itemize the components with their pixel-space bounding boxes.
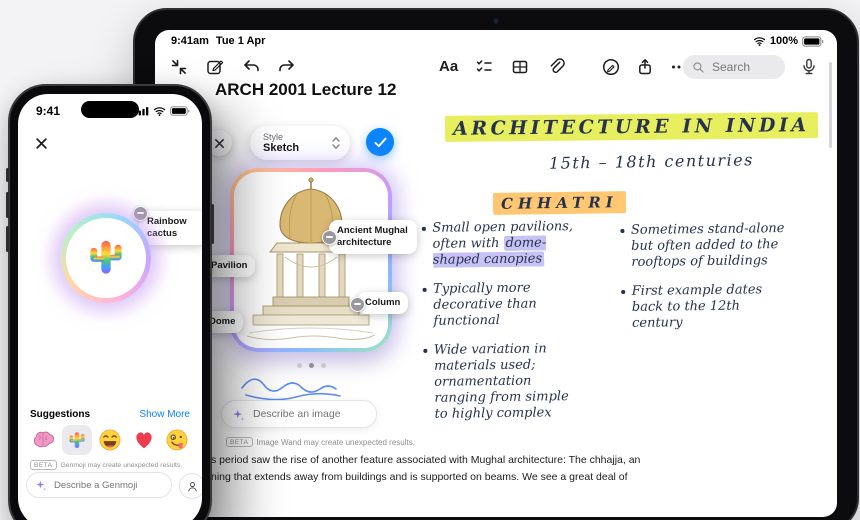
scrollbar[interactable]	[829, 62, 832, 148]
compose-icon[interactable]	[205, 57, 225, 77]
ipad-date: Tue 1 Apr	[215, 35, 266, 47]
note-body-text: s period saw the rise of another feature…	[211, 454, 641, 483]
describe-genmoji-input[interactable]	[52, 478, 156, 492]
attachment-icon[interactable]	[546, 57, 566, 77]
wifi-icon	[753, 37, 765, 46]
close-icon	[35, 137, 47, 149]
chevron-up-down-icon	[332, 137, 340, 149]
handwritten-scribble	[241, 378, 341, 400]
chhatri-sketch-image	[246, 177, 376, 341]
handwritten-section-heading: CHHATRI	[492, 191, 626, 215]
collapse-icon[interactable]	[169, 57, 189, 77]
style-label: Style	[263, 131, 284, 142]
ipad-camera	[493, 18, 499, 24]
remove-tag-icon[interactable]	[350, 297, 365, 312]
describe-image-input[interactable]	[251, 407, 365, 421]
describe-genmoji-field[interactable]	[26, 472, 172, 498]
rainbow-cactus-emoji[interactable]	[61, 425, 92, 455]
suggestions-label: Suggestions	[30, 409, 91, 420]
genmoji-preview[interactable]	[61, 213, 151, 303]
iphone-screen: 9:41 Rainbow cactus Su	[18, 94, 202, 520]
style-value: Sketch	[263, 141, 300, 154]
mic-icon[interactable]	[799, 57, 819, 77]
remove-tag-icon[interactable]	[322, 230, 337, 245]
iphone-status-icons	[135, 106, 190, 116]
marketing-canvas: 9:41am Tue 1 Apr 100% Aa Search ARCH 200…	[0, 0, 860, 520]
list-item: Sometimes stand-alone but often added to…	[620, 221, 791, 271]
describe-image-field[interactable]	[221, 400, 377, 428]
tag-ancient-mughal-architecture[interactable]: Ancient Mughal architecture	[322, 220, 417, 254]
search-icon	[693, 61, 704, 73]
notes-left-column: Small open pavilions, often with dome-sh…	[421, 219, 576, 423]
ipad-status-bar: 9:41am Tue 1 Apr 100%	[171, 35, 824, 47]
sparkle-icon	[36, 480, 47, 491]
close-icon	[214, 138, 224, 148]
cellular-icon	[135, 107, 149, 116]
beta-badge: BETA	[30, 460, 57, 470]
text-format-button[interactable]: Aa	[439, 57, 458, 77]
notes-toolbar: Aa	[155, 52, 837, 82]
laughing-emoji[interactable]	[95, 425, 125, 455]
show-more-link[interactable]: Show More	[139, 409, 190, 420]
style-selector[interactable]: Style Sketch	[250, 126, 350, 160]
markup-pen-icon[interactable]	[601, 57, 621, 77]
person-icon	[187, 481, 197, 491]
notes-right-column: Sometimes stand-alone but often added to…	[620, 221, 791, 332]
list-item: Typically more decorative than functiona…	[422, 280, 576, 330]
redo-icon[interactable]	[277, 57, 297, 77]
suggestion-row	[28, 425, 192, 455]
power-button	[211, 204, 214, 244]
undo-icon[interactable]	[241, 57, 261, 77]
zany-face-emoji[interactable]	[162, 425, 192, 455]
person-avatar-button[interactable]	[179, 473, 202, 499]
volume-down-button	[6, 226, 9, 252]
confirm-button[interactable]	[366, 128, 394, 156]
table-icon[interactable]	[510, 57, 530, 77]
close-button[interactable]	[30, 132, 52, 154]
list-item: Wide variation in materials used; orname…	[423, 341, 576, 423]
genmoji-beta-notice: BETA Genmoji may create unexpected resul…	[30, 460, 182, 470]
list-item: First example dates back to the 12th cen…	[621, 282, 792, 332]
checklist-icon[interactable]	[474, 57, 494, 77]
iphone-time: 9:41	[36, 104, 61, 118]
ipad-battery-percent: 100%	[769, 35, 798, 47]
volume-up-button	[6, 192, 9, 218]
image-wand-beta-notice: BETA Image Wand may create unexpected re…	[226, 437, 415, 447]
ipad-time: 9:41am	[171, 35, 209, 47]
checkmark-icon	[373, 137, 387, 147]
share-icon[interactable]	[635, 57, 655, 77]
heart-emoji[interactable]	[129, 425, 159, 455]
wifi-icon	[153, 107, 166, 116]
tag-column[interactable]: Column	[350, 292, 409, 314]
dynamic-island	[81, 101, 139, 118]
list-item: Small open pavilions, often with dome-sh…	[421, 219, 575, 269]
rainbow-cactus-emoji	[90, 240, 122, 274]
note-title: ARCH 2001 Lecture 12	[215, 80, 397, 99]
iphone-device: 9:41 Rainbow cactus Su	[6, 84, 214, 520]
brain-emoji[interactable]	[28, 425, 58, 455]
handwritten-heading: ARCHITECTURE IN INDIA	[444, 112, 818, 142]
beta-badge: BETA	[226, 437, 253, 447]
handwritten-subheading: 15th – 18th centuries	[548, 150, 755, 173]
sparkle-icon	[233, 409, 245, 421]
search-input[interactable]	[710, 59, 776, 75]
action-button	[6, 168, 9, 182]
battery-icon	[802, 35, 824, 47]
battery-icon	[170, 106, 190, 116]
search-field[interactable]	[683, 55, 785, 79]
